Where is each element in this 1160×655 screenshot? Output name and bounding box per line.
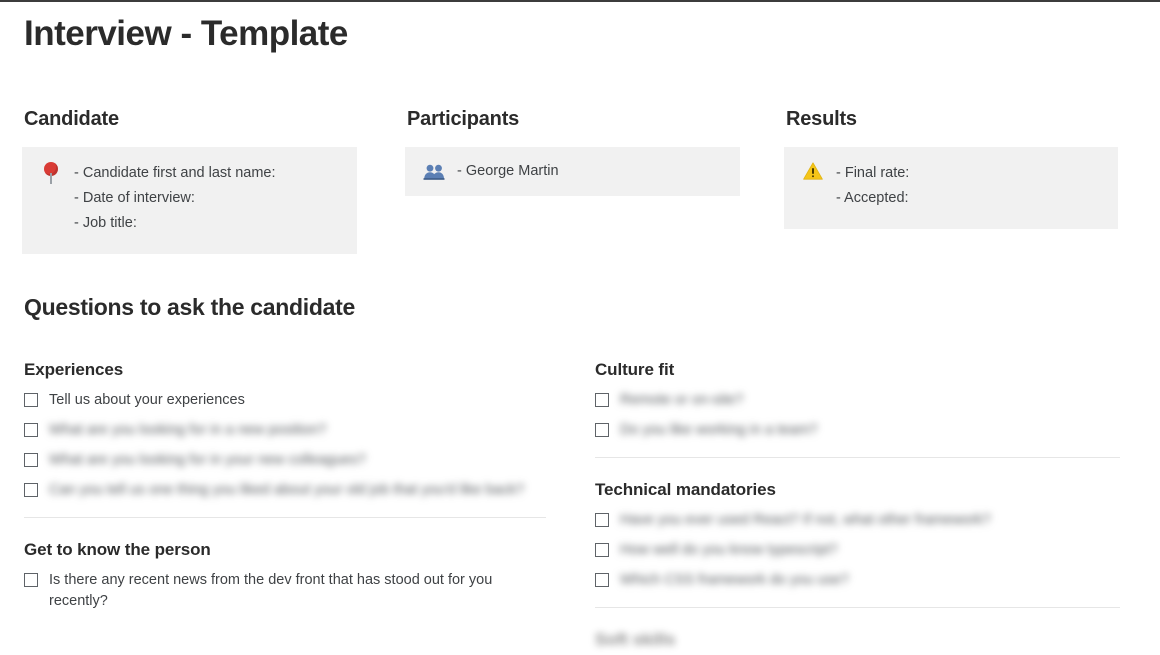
get-to-know-group: Get to know the person Is there any rece… xyxy=(24,540,546,612)
candidate-section: Candidate - Candidate first and last nam… xyxy=(22,108,357,254)
results-section: Results - Final rate: - Accepted: xyxy=(784,108,1118,229)
experiences-heading: Experiences xyxy=(24,360,124,379)
questions-left-column: Experiences Tell us about your experienc… xyxy=(24,360,546,621)
checklist-item[interactable]: Remote or on-site? xyxy=(595,390,1120,411)
culture-fit-group: Culture fit Remote or on-site? Do you li… xyxy=(595,360,1120,458)
checklist-item[interactable]: Can you tell us one thing you liked abou… xyxy=(24,480,546,501)
checklist-item[interactable]: Is there any recent news from the dev fr… xyxy=(24,570,546,612)
checkbox[interactable] xyxy=(24,393,38,407)
checklist-item-label: Tell us about your experiences xyxy=(49,392,245,408)
section-divider xyxy=(24,517,546,518)
checkbox[interactable] xyxy=(595,543,609,557)
candidate-fields: - Candidate first and last name: - Date … xyxy=(64,161,276,236)
results-card: - Final rate: - Accepted: xyxy=(784,147,1118,229)
checklist-item[interactable]: Which CSS framework do you use? xyxy=(595,570,1120,591)
technical-mandatories-heading: Technical mandatories xyxy=(595,480,776,499)
checklist-item-label: Have you ever used React? If not, what o… xyxy=(620,512,991,528)
questions-section-title: Questions to ask the candidate xyxy=(24,294,355,320)
section-divider xyxy=(595,457,1120,458)
experiences-group: Experiences Tell us about your experienc… xyxy=(24,360,546,518)
results-fields: - Final rate: - Accepted: xyxy=(826,161,909,211)
checklist-item-label: Do you like working in a team? xyxy=(620,422,818,438)
candidate-field-name: - Candidate first and last name: xyxy=(74,165,276,181)
section-divider xyxy=(595,607,1120,608)
get-to-know-heading: Get to know the person xyxy=(24,540,211,559)
checklist-item[interactable]: Do you like working in a team? xyxy=(595,420,1120,441)
participants-section: Participants - George Martin xyxy=(405,108,740,196)
clipped-section-heading: Soft skills xyxy=(595,630,676,649)
checkbox[interactable] xyxy=(24,573,38,587)
checklist-item-label: Remote or on-site? xyxy=(620,392,744,408)
candidate-heading: Candidate xyxy=(24,108,119,130)
checklist-item[interactable]: What are you looking for in your new col… xyxy=(24,450,546,471)
questions-right-column: Culture fit Remote or on-site? Do you li… xyxy=(595,360,1120,650)
checklist-item[interactable]: What are you looking for in a new positi… xyxy=(24,420,546,441)
checklist-item-label: What are you looking for in a new positi… xyxy=(49,422,327,438)
candidate-card: - Candidate first and last name: - Date … xyxy=(22,147,357,254)
checkbox[interactable] xyxy=(595,423,609,437)
checkbox[interactable] xyxy=(595,393,609,407)
participants-card: - George Martin xyxy=(405,147,740,196)
checkbox[interactable] xyxy=(595,573,609,587)
checkbox[interactable] xyxy=(24,423,38,437)
participant-item: - George Martin xyxy=(457,163,559,179)
checkbox[interactable] xyxy=(595,513,609,527)
checklist-item[interactable]: Tell us about your experiences xyxy=(24,390,546,411)
results-field-final-rate: - Final rate: xyxy=(836,165,910,181)
checklist-item-label: Can you tell us one thing you liked abou… xyxy=(49,482,525,498)
candidate-field-job-title: - Job title: xyxy=(74,215,137,231)
map-pin-icon xyxy=(38,161,64,184)
results-heading: Results xyxy=(786,108,857,130)
results-field-accepted: - Accepted: xyxy=(836,190,909,206)
checkbox[interactable] xyxy=(24,483,38,497)
checklist-item-label: What are you looking for in your new col… xyxy=(49,452,366,468)
checklist-item[interactable]: How well do you know typescript? xyxy=(595,540,1120,561)
participants-list: - George Martin xyxy=(447,159,559,184)
candidate-field-date: - Date of interview: xyxy=(74,190,195,206)
checklist-item[interactable]: Have you ever used React? If not, what o… xyxy=(595,510,1120,531)
checklist-item-label: Is there any recent news from the dev fr… xyxy=(49,572,493,609)
document-page: Interview - Template Candidate - Candida… xyxy=(0,2,1160,655)
checkbox[interactable] xyxy=(24,453,38,467)
participants-heading: Participants xyxy=(407,108,520,130)
technical-mandatories-group: Technical mandatories Have you ever used… xyxy=(595,480,1120,650)
people-icon xyxy=(421,163,447,180)
checklist-item-label: How well do you know typescript? xyxy=(620,542,838,558)
warning-icon xyxy=(800,161,826,180)
culture-fit-heading: Culture fit xyxy=(595,360,675,379)
page-title: Interview - Template xyxy=(24,14,348,53)
checklist-item-label: Which CSS framework do you use? xyxy=(620,572,849,588)
